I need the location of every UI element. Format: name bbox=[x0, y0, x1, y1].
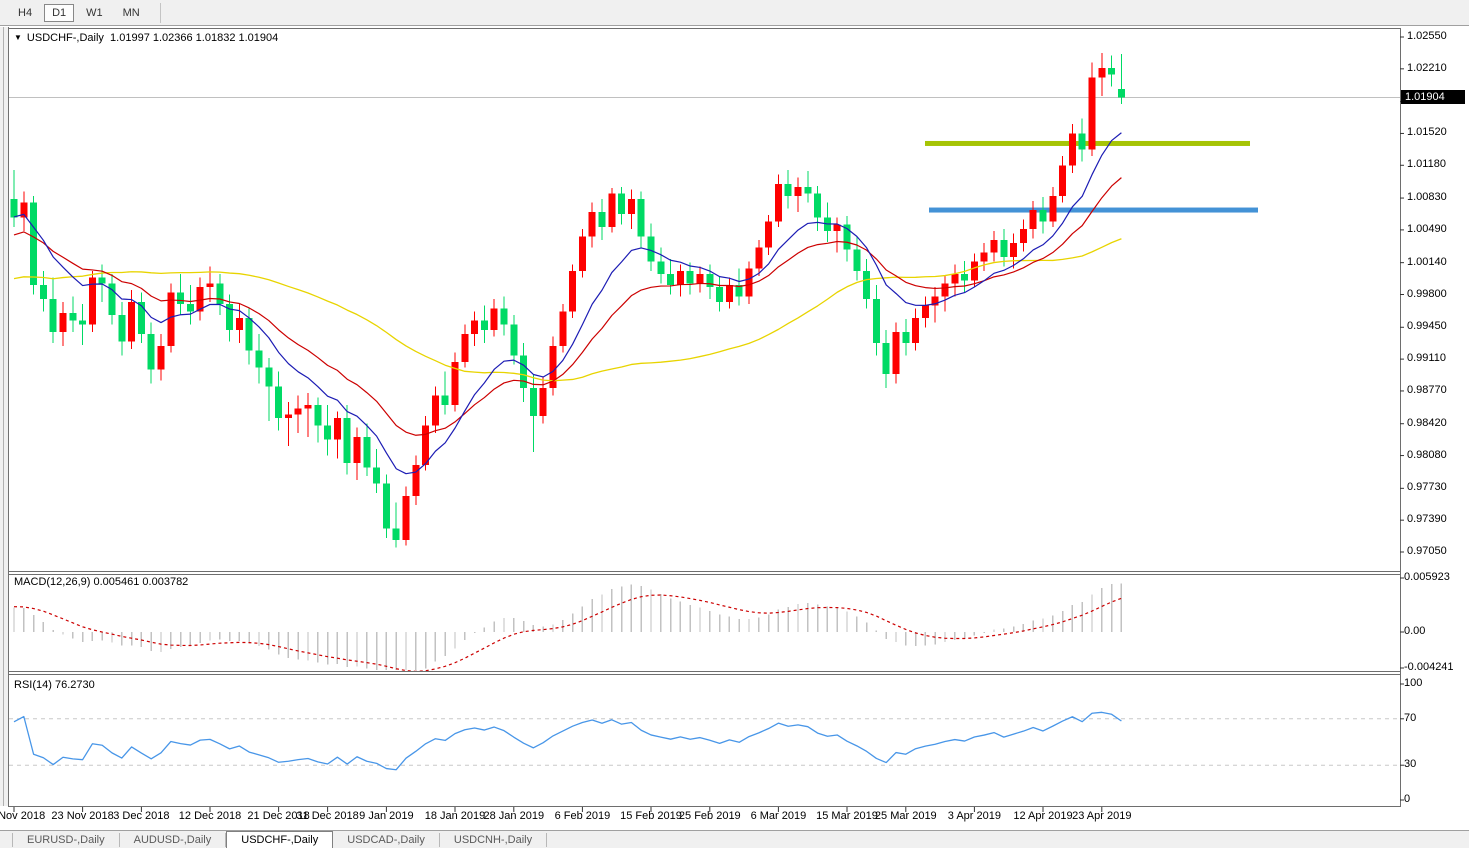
price-axis-label: 0.98080 bbox=[1407, 449, 1447, 461]
resistance-trendline[interactable] bbox=[925, 141, 1250, 146]
date-axis-label: 12 Apr 2019 bbox=[1013, 810, 1072, 822]
price-axis-label: 1.00830 bbox=[1407, 191, 1447, 203]
rsi-axis-label: 0 bbox=[1404, 793, 1410, 805]
price-axis-label: 0.97390 bbox=[1407, 513, 1447, 525]
tab-audusd[interactable]: AUDUSD-,Daily bbox=[120, 833, 227, 847]
price-axis-label: 0.98420 bbox=[1407, 417, 1447, 429]
date-axis-label: 25 Feb 2019 bbox=[679, 810, 741, 822]
price-axis-label: 1.01520 bbox=[1407, 126, 1447, 138]
price-axis-label: 1.02550 bbox=[1407, 30, 1447, 42]
date-axis-label: 31 Dec 2018 bbox=[296, 810, 358, 822]
date-axis-label: 18 Jan 2019 bbox=[425, 810, 486, 822]
axis-ticks bbox=[14, 37, 1404, 812]
date-axis-label: 6 Feb 2019 bbox=[555, 810, 611, 822]
rsi-indicator-label: RSI(14) 76.2730 bbox=[14, 679, 95, 691]
rsi-axis-label: 70 bbox=[1404, 712, 1416, 724]
date-axis-label: 28 Jan 2019 bbox=[484, 810, 545, 822]
price-axis-label: 0.97730 bbox=[1407, 481, 1447, 493]
rsi-axis-label: 30 bbox=[1404, 758, 1416, 770]
date-axis-label: 14 Nov 2018 bbox=[0, 810, 45, 822]
date-axis-label: 3 Dec 2018 bbox=[113, 810, 169, 822]
chart-canvas[interactable] bbox=[0, 0, 1469, 848]
window-chrome bbox=[0, 27, 9, 806]
chart-ohlc-values: 1.01997 1.02366 1.01832 1.01904 bbox=[110, 32, 278, 44]
date-axis-label: 25 Mar 2019 bbox=[875, 810, 937, 822]
chart-tabbar: EURUSD-,Daily AUDUSD-,Daily USDCHF-,Dail… bbox=[0, 830, 1469, 848]
macd-name: MACD(12,26,9) bbox=[14, 576, 90, 588]
chart-symbol-label: USDCHF-,Daily bbox=[27, 32, 104, 44]
macd-axis-label: -0.004241 bbox=[1404, 661, 1454, 673]
price-axis-label: 1.01180 bbox=[1407, 158, 1446, 170]
macd-indicator-label: MACD(12,26,9) 0.005461 0.003782 bbox=[14, 576, 188, 588]
tab-eurusd[interactable]: EURUSD-,Daily bbox=[12, 833, 120, 847]
price-axis-label: 0.99800 bbox=[1407, 288, 1447, 300]
rsi-value: 76.2730 bbox=[55, 679, 95, 691]
macd-axis-label: 0.005923 bbox=[1404, 571, 1450, 583]
price-axis-label: 1.00140 bbox=[1407, 256, 1447, 268]
chart-title: ▼ USDCHF-,Daily 1.01997 1.02366 1.01832 1… bbox=[14, 32, 278, 44]
date-axis-label: 15 Mar 2019 bbox=[816, 810, 878, 822]
macd-panel-graphics bbox=[14, 583, 1121, 671]
date-axis-label: 15 Feb 2019 bbox=[620, 810, 682, 822]
date-axis-label: 12 Dec 2018 bbox=[179, 810, 241, 822]
price-axis-label: 1.00490 bbox=[1407, 223, 1447, 235]
date-axis-label: 6 Mar 2019 bbox=[751, 810, 807, 822]
price-axis-label: 0.98770 bbox=[1407, 384, 1447, 396]
date-axis-label: 23 Nov 2018 bbox=[51, 810, 113, 822]
price-axis-label: 1.02210 bbox=[1407, 62, 1447, 74]
tab-usdcad[interactable]: USDCAD-,Daily bbox=[333, 833, 440, 847]
date-axis-label: 9 Jan 2019 bbox=[359, 810, 413, 822]
price-axis-label: 0.99110 bbox=[1407, 352, 1446, 364]
price-axis-label: 0.99450 bbox=[1407, 320, 1447, 332]
trading-platform-window: H4 D1 W1 MN ▼USDCHF-,Daily 1.01997 1.023… bbox=[0, 0, 1469, 848]
price-axis-label: 0.97050 bbox=[1407, 545, 1447, 557]
date-axis-label: 23 Apr 2019 bbox=[1072, 810, 1131, 822]
date-axis-label: 3 Apr 2019 bbox=[948, 810, 1001, 822]
macd-axis-label: 0.00 bbox=[1404, 625, 1425, 637]
rsi-name: RSI(14) bbox=[14, 679, 52, 691]
rsi-panel-graphics bbox=[9, 712, 1400, 769]
chart-dropdown-icon[interactable]: ▼ bbox=[14, 33, 22, 42]
rsi-axis-label: 100 bbox=[1404, 677, 1422, 689]
tab-usdchf[interactable]: USDCHF-,Daily bbox=[226, 831, 333, 848]
macd-values: 0.005461 0.003782 bbox=[93, 576, 188, 588]
current-price-tag: 1.01904 bbox=[1401, 90, 1465, 104]
tab-usdcnh[interactable]: USDCNH-,Daily bbox=[440, 833, 547, 847]
